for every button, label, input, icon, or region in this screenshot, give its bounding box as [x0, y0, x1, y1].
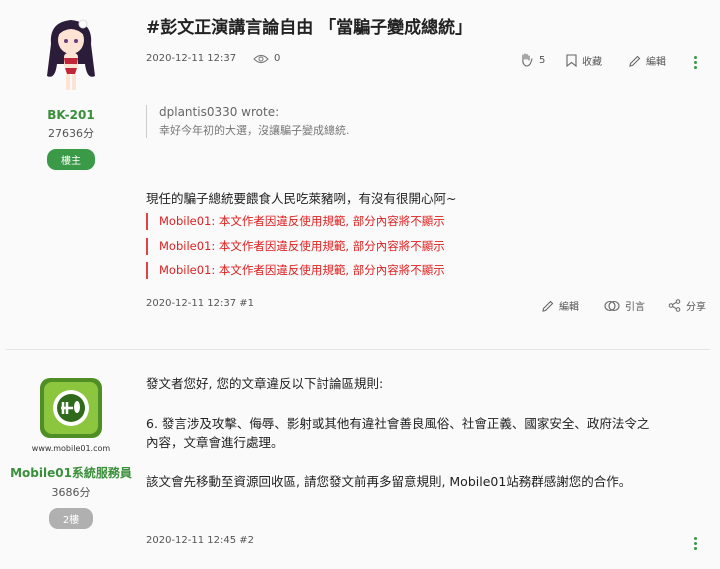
pencil-icon [629, 55, 641, 67]
post-paragraph: 發文者您好, 您的文章違反以下討論區規則: [146, 376, 384, 391]
share-label: 分享 [686, 302, 706, 313]
quote-icon [604, 300, 620, 311]
author-name[interactable]: BK-201 [0, 108, 142, 122]
pencil-icon [542, 300, 554, 312]
post-meta: 2020-12-11 12:37 0 5 收藏 編輯 [146, 53, 720, 73]
quote-label: 引言 [625, 302, 645, 313]
moderation-notice: Mobile01: 本文作者因違反使用規範, 部分內容將不顯示 [146, 238, 445, 255]
floor-badge: 2樓 [48, 508, 94, 529]
post-body: 現任的騙子總統要餵食人民吃萊豬咧，有沒有很開心阿~ [146, 191, 457, 206]
post-paragraph: 6. 發言涉及攻擊、侮辱、影射或其他有違社會善良風俗、社會正義、國家安全、政府法… [146, 416, 650, 431]
post-date: 2020-12-11 12:37 [146, 53, 237, 64]
post-stamp[interactable]: 2020-12-11 12:45 #2 [146, 535, 254, 546]
post-footer: 2020-12-11 12:37 #1 編輯 引言 分享 [146, 298, 720, 318]
post-stamp[interactable]: 2020-12-11 12:37 #1 [146, 298, 254, 309]
like-count: 5 [539, 54, 546, 66]
post-paragraph: 該文會先移動至資源回收區, 請您發文前再多留意規則, Mobile01站務群感謝… [146, 474, 632, 489]
share-button[interactable]: 分享 [668, 298, 706, 313]
quote-button[interactable]: 引言 [604, 298, 645, 313]
author-card: www.mobile01.com Mobile01系統服務員 3686分 2樓 [0, 378, 142, 529]
quote-author: dplantis0330 wrote: [159, 105, 280, 119]
logo-url: www.mobile01.com [32, 444, 111, 453]
author-name[interactable]: Mobile01系統服務員 [0, 464, 142, 481]
post-paragraph: 內容，文章會進行處理。 [146, 435, 284, 450]
author-card: BK-201 27636分 樓主 [0, 14, 142, 170]
favorite-button[interactable]: 收藏 [566, 53, 602, 68]
edit-button[interactable]: 編輯 [629, 53, 666, 68]
avatar[interactable]: www.mobile01.com [26, 378, 116, 458]
share-icon [668, 299, 681, 312]
op-badge: 樓主 [47, 149, 95, 170]
thread-title: #彭文正演講言論自由 「當騙子變成總統」 [146, 18, 473, 38]
author-score: 3686分 [51, 486, 91, 499]
author-score: 27636分 [48, 127, 94, 140]
post-1: BK-201 27636分 樓主 #彭文正演講言論自由 「當騙子變成總統」 20… [0, 0, 720, 348]
clap-icon [522, 53, 533, 67]
footer-edit-label: 編輯 [559, 302, 579, 313]
like-button[interactable]: 5 [520, 53, 545, 67]
view-count: 0 [253, 53, 280, 64]
quote-block: dplantis0330 wrote: 幸好今年初的大選，沒讓騙子變成總統. [146, 105, 350, 138]
eye-icon [253, 54, 269, 63]
post-2: www.mobile01.com Mobile01系統服務員 3686分 2樓 … [0, 350, 720, 569]
moderation-notice: Mobile01: 本文作者因違反使用規範, 部分內容將不顯示 [146, 262, 445, 279]
view-count-value: 0 [274, 53, 281, 64]
favorite-label: 收藏 [582, 57, 602, 68]
quote-text: 幸好今年初的大選，沒讓騙子變成總統. [159, 124, 350, 137]
post-footer: 2020-12-11 12:45 #2 [146, 535, 720, 555]
bookmark-icon [566, 54, 577, 67]
more-icon[interactable] [694, 537, 698, 552]
more-icon[interactable] [694, 56, 698, 71]
moderation-notice: Mobile01: 本文作者因違反使用規範, 部分內容將不顯示 [146, 213, 445, 230]
footer-edit-button[interactable]: 編輯 [542, 298, 579, 313]
avatar[interactable] [31, 14, 111, 94]
edit-label: 編輯 [646, 57, 666, 68]
